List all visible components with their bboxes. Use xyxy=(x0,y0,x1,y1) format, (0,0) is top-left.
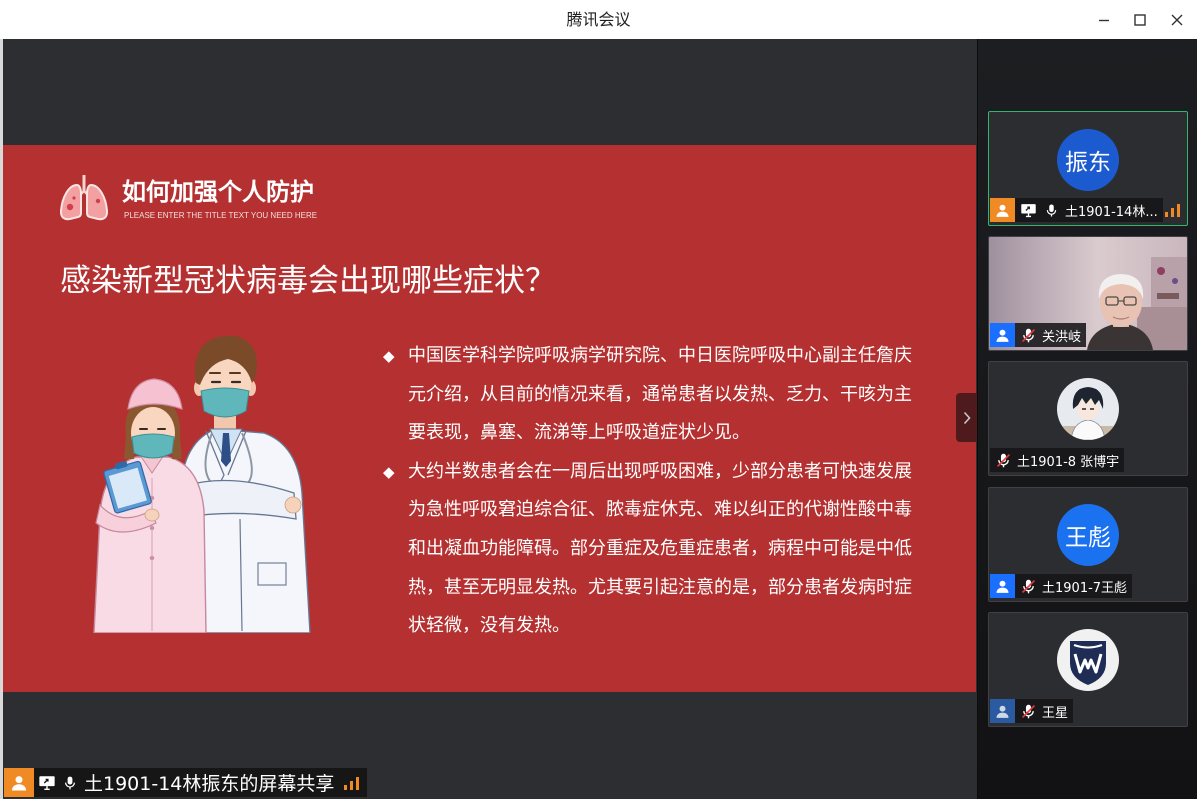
presentation-slide: 如何加强个人防护 PLEASE ENTER THE TITLE TEXT YOU… xyxy=(3,145,976,692)
participant-label: 土1901-14林... xyxy=(990,198,1163,222)
screen-share-icon xyxy=(1018,200,1038,220)
bullet-text: 元介绍，从目前的情况来看，通常患者以发热、乏力、干咳为主 xyxy=(408,383,912,405)
user-icon xyxy=(996,580,1009,593)
slide-bullet-list: ◆ 中国医学科学院呼吸病学研究院、中日医院呼吸中心副主任詹庆 元介绍，从目前的情况… xyxy=(383,337,963,646)
bullet-text: 中国医学科学院呼吸病学研究院、中日医院呼吸中心副主任詹庆 xyxy=(408,345,912,366)
slide-heading: 感染新型冠状病毒会出现哪些症状？ xyxy=(60,263,556,299)
mic-on-icon xyxy=(60,773,80,793)
maximize-button[interactable] xyxy=(1122,1,1158,39)
participant-name: 王星 xyxy=(1042,705,1069,721)
participant-tile[interactable]: 关洪岐 xyxy=(988,236,1188,351)
close-icon xyxy=(1171,14,1183,26)
screen-share-presenter-label: 土1901-14林振东的屏幕共享 xyxy=(4,768,367,797)
minimize-button[interactable] xyxy=(1086,1,1122,39)
presenter-avatar-badge xyxy=(4,768,34,797)
mic-muted-icon xyxy=(1018,701,1038,721)
bullet-text: 要表现，鼻塞、流涕等上呼吸道症状少见。 xyxy=(408,422,750,444)
participant-label: 土1901-8 张博宇 xyxy=(990,448,1125,472)
participant-panel: 振东 土1901-14林... 关洪岐 土1901-8 张博宇 王彪 土1901… xyxy=(977,39,1197,799)
participant-name: 土1901-7王彪 xyxy=(1042,580,1128,596)
participant-name: 关洪岐 xyxy=(1042,329,1082,345)
user-icon xyxy=(996,705,1009,718)
user-icon xyxy=(996,204,1009,217)
participant-label: 关洪岐 xyxy=(990,323,1087,347)
bullet-line: ◆ 中国医学科学院呼吸病学研究院、中日医院呼吸中心副主任詹庆 xyxy=(383,337,963,376)
participant-tile[interactable]: 王彪 土1901-7王彪 xyxy=(988,487,1188,602)
lungs-icon xyxy=(59,175,109,221)
signal-icon xyxy=(1165,204,1180,217)
diamond-bullet-icon: ◆ xyxy=(383,462,395,481)
avatar: 振东 xyxy=(1057,129,1119,191)
bullet-line: 要表现，鼻塞、流涕等上呼吸道症状少见。 xyxy=(383,414,963,453)
shared-screen-area[interactable]: 如何加强个人防护 PLEASE ENTER THE TITLE TEXT YOU… xyxy=(3,39,977,799)
bullet-line: 状轻微，没有发热。 xyxy=(383,607,963,646)
cw-logo-avatar xyxy=(1057,629,1119,691)
bullet-text: 为急性呼吸窘迫综合征、脓毒症休克、难以纠正的代谢性酸中毒 xyxy=(408,499,912,521)
user-badge xyxy=(990,323,1015,347)
window-title: 腾讯会议 xyxy=(566,10,631,29)
maximize-icon xyxy=(1134,14,1146,26)
bullet-line: 为急性呼吸窘迫综合征、脓毒症休克、难以纠正的代谢性酸中毒 xyxy=(383,491,963,530)
profile-photo-avatar xyxy=(1057,378,1119,440)
bullet-line: 和出凝血功能障碍。部分重症及危重症患者，病程中可能是中低 xyxy=(383,530,963,569)
bullet-line: ◆ 大约半数患者会在一周后出现呼吸困难，少部分患者可快速发展 xyxy=(383,453,963,492)
screen-share-title: 土1901-14林振东的屏幕共享 xyxy=(84,773,335,795)
mic-muted-icon xyxy=(1018,325,1038,345)
participant-name: 土1901-14林... xyxy=(1065,204,1158,220)
bullet-line: 热，甚至无明显发热。尤其要引起注意的是，部分患者发病时症 xyxy=(383,569,963,608)
diamond-bullet-icon: ◆ xyxy=(383,347,395,365)
bullet-text: 热，甚至无明显发热。尤其要引起注意的是，部分患者发病时症 xyxy=(408,576,912,598)
user-badge xyxy=(990,699,1015,723)
user-icon xyxy=(996,329,1009,342)
user-badge xyxy=(990,198,1015,222)
user-badge xyxy=(990,574,1015,598)
slide-header-title: 如何加强个人防护 xyxy=(122,178,314,206)
avatar-initials: 振东 xyxy=(1065,150,1111,176)
chevron-right-icon xyxy=(963,411,971,424)
signal-icon xyxy=(344,776,360,790)
bullet-text: 状轻微，没有发热。 xyxy=(408,615,570,637)
avatar-initials: 王彪 xyxy=(1065,525,1111,551)
title-bar: 腾讯会议 xyxy=(0,0,1197,39)
collapse-participants-button[interactable] xyxy=(956,393,977,442)
bullet-text: 大约半数患者会在一周后出现呼吸困难，少部分患者可快速发展 xyxy=(408,460,912,482)
participant-tile[interactable]: 振东 土1901-14林... xyxy=(988,111,1188,226)
participant-name: 土1901-8 张博宇 xyxy=(1017,454,1120,470)
close-button[interactable] xyxy=(1159,1,1195,39)
participant-tile[interactable]: 王星 xyxy=(988,612,1188,727)
mic-on-icon xyxy=(1041,200,1061,220)
minimize-icon xyxy=(1099,19,1109,22)
user-icon xyxy=(11,775,27,790)
nurse-doctor-illustration xyxy=(93,335,311,633)
bullet-line: 元介绍，从目前的情况来看，通常患者以发热、乏力、干咳为主 xyxy=(383,376,963,415)
mic-muted-icon xyxy=(993,450,1013,470)
participant-tile[interactable]: 土1901-8 张博宇 xyxy=(988,361,1188,476)
avatar: 王彪 xyxy=(1057,504,1119,566)
participant-label: 王星 xyxy=(990,699,1074,723)
bullet-text: 和出凝血功能障碍。部分重症及危重症患者，病程中可能是中低 xyxy=(408,537,912,559)
slide-header-subtitle: PLEASE ENTER THE TITLE TEXT YOU NEED HER… xyxy=(124,211,318,220)
participant-label: 土1901-7王彪 xyxy=(990,574,1133,598)
screen-share-icon xyxy=(37,773,57,793)
mic-muted-icon xyxy=(1018,576,1038,596)
